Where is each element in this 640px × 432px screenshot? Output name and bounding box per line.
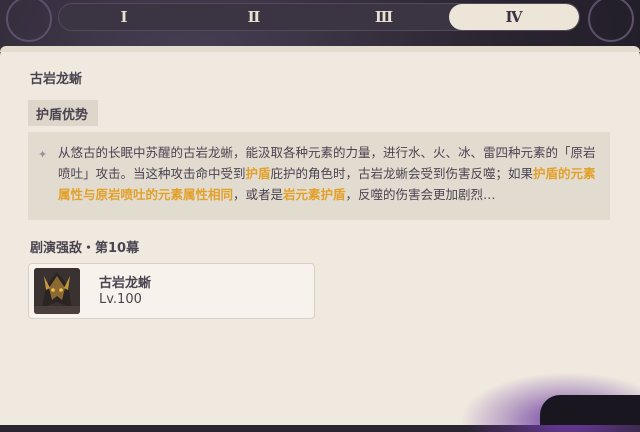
description-highlight-1: 护盾 [245,166,271,181]
diamond-bullet-icon: ✦ [38,148,48,161]
panel-top-edge [0,46,640,52]
description-box: ✦ 从悠古的长眠中苏醒的古岩龙蜥，能汲取各种元素的力量，进行水、火、冰、雷四种元… [28,132,610,220]
info-panel: 古岩龙蜥 护盾优势 ✦ 从悠古的长眠中苏醒的古岩龙蜥，能汲取各种元素的力量，进行… [0,46,640,425]
enemy-portrait [34,268,80,314]
enemy-card[interactable]: 古岩龙蜥 Lv.100 [28,263,315,319]
mechanic-tag: 护盾优势 [28,100,98,126]
stage-title: 剧演强敌・第10幕 [30,241,140,256]
tab-1[interactable]: Ⅰ [59,4,189,30]
description-highlight-3: 岩元素护盾 [283,187,346,202]
description-text-3: ，或者是 [233,187,284,202]
enemy-name: 古岩龙蜥 [99,276,152,291]
tab-3[interactable]: Ⅲ [319,4,449,30]
dragon-portrait-icon [34,268,80,314]
tab-bar: Ⅰ Ⅱ Ⅲ Ⅳ [58,3,580,31]
enemy-level: Lv.100 [99,292,142,307]
tab-4[interactable]: Ⅳ [449,4,579,30]
description-text-2: 庇护的角色时，古岩龙蜥会受到伤害反噬；如果 [270,166,534,181]
description-text-4: ，反噬的伤害会更加剧烈… [345,187,496,202]
corner-decoration [540,395,640,425]
boss-title: 古岩龙蜥 [30,72,83,87]
tab-2[interactable]: Ⅱ [189,4,319,30]
